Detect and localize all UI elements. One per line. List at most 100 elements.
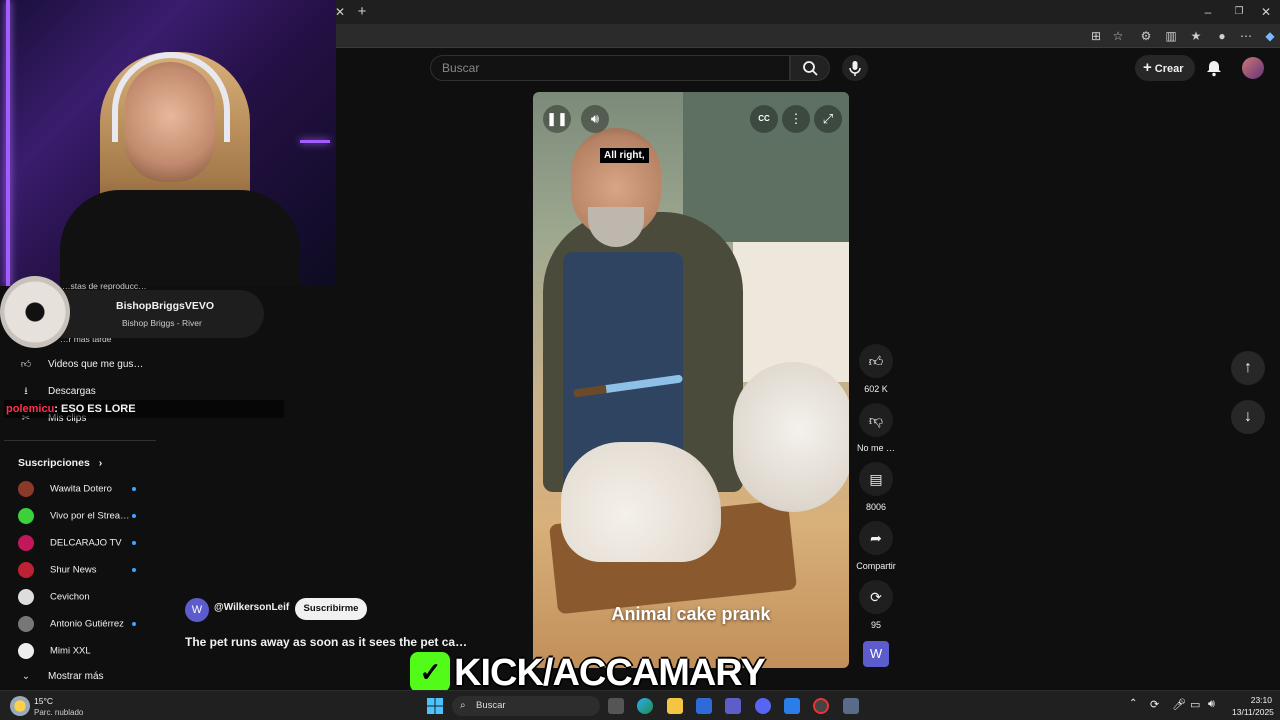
- subscribe-button[interactable]: Suscribirme: [295, 598, 367, 620]
- mic-tray-icon[interactable]: 🎤︎: [1172, 698, 1186, 711]
- comments-button[interactable]: ▤ 8006: [854, 462, 898, 512]
- browser-address-bar[interactable]: ⊞ ☆ ⚙ ▥ ★ ● ⋯ ◆: [336, 24, 1280, 48]
- notifications-button[interactable]: [1204, 58, 1224, 78]
- new-content-dot: [132, 514, 136, 518]
- windows-taskbar: 15°C Parc. nublado ⌕ Buscar ⌃ ⟳ 🎤︎ ▭ 🔊︎ …: [0, 690, 1280, 720]
- thumbs-up-icon: 👍︎: [20, 359, 32, 370]
- search-input[interactable]: Buscar: [430, 55, 790, 81]
- account-avatar[interactable]: [1242, 57, 1264, 79]
- tray-chevron-up-icon[interactable]: ⌃: [1129, 698, 1137, 709]
- start-button[interactable]: [427, 698, 443, 714]
- profile-icon[interactable]: ●: [1212, 24, 1232, 48]
- sidebar-item-downloads[interactable]: ⭳ Descargas: [18, 384, 96, 400]
- subscription-item[interactable]: Vivo por el Strea…: [18, 508, 136, 524]
- comment-icon: ▤: [859, 462, 893, 496]
- subscription-item[interactable]: Wawita Dotero: [18, 481, 136, 497]
- dislike-button[interactable]: 👎︎ No me …: [854, 403, 898, 453]
- more-vertical-icon: ⋮: [789, 111, 803, 126]
- split-screen-icon[interactable]: ▥: [1161, 24, 1181, 48]
- subscriptions-header[interactable]: Suscripciones ›: [18, 455, 102, 471]
- channel-avatar: [18, 508, 34, 524]
- kick-branding: ✓ KICK/ACCAMARY: [410, 652, 766, 694]
- more-button[interactable]: ⋮: [782, 105, 810, 133]
- weather-desc[interactable]: Parc. nublado: [34, 708, 83, 717]
- channel-avatar[interactable]: W: [185, 598, 209, 622]
- music-channel-name: BishopBriggsVEVO: [116, 300, 215, 312]
- store-icon[interactable]: [696, 698, 712, 714]
- subscription-item[interactable]: Shur News: [18, 562, 136, 578]
- more-options-icon[interactable]: ⋯: [1236, 24, 1256, 48]
- video-title[interactable]: The pet runs away as soon as it sees the…: [185, 635, 467, 649]
- subscription-name: Mimi XXL: [50, 645, 91, 657]
- network-icon[interactable]: ▭: [1190, 698, 1200, 711]
- window-close-icon[interactable]: ✕: [1256, 0, 1276, 24]
- channel-name[interactable]: @WilkersonLeif: [214, 602, 289, 613]
- arrow-up-icon: ↑: [1244, 359, 1252, 376]
- remix-button[interactable]: ⟳ 95: [854, 580, 898, 630]
- edge-browser-icon[interactable]: [637, 698, 653, 714]
- next-video-button[interactable]: ↓: [1231, 400, 1265, 434]
- like-button[interactable]: 👍︎ 602 K: [854, 344, 898, 394]
- previous-video-button[interactable]: ↑: [1231, 351, 1265, 385]
- fullscreen-icon: ⤢: [822, 111, 834, 126]
- extensions-icon[interactable]: ⚙: [1136, 24, 1156, 48]
- file-explorer-icon[interactable]: [667, 698, 683, 714]
- subscription-name: DELCARAJO TV: [50, 537, 122, 549]
- favorite-star-icon[interactable]: ☆: [1108, 24, 1128, 48]
- clock[interactable]: 23:10 13/11/2025: [1232, 695, 1274, 717]
- search-button[interactable]: [790, 55, 830, 81]
- channel-avatar: [18, 562, 34, 578]
- sync-icon[interactable]: ⟳: [1150, 698, 1159, 711]
- copilot-icon[interactable]: ◆: [1260, 24, 1280, 48]
- restore-icon[interactable]: ❐: [1229, 0, 1249, 24]
- app-available-icon[interactable]: ⊞: [1086, 24, 1106, 48]
- video-player[interactable]: ❚❚ 🔊︎ CC ⋮ ⤢ All right, Animal cake pran…: [533, 92, 849, 668]
- subscription-item[interactable]: Antonio Gutiérrez: [18, 616, 136, 632]
- like-count: 602 K: [864, 384, 888, 394]
- pause-button[interactable]: ❚❚: [543, 105, 571, 133]
- minimize-icon[interactable]: –: [1198, 0, 1218, 24]
- favorites-icon[interactable]: ★: [1186, 24, 1206, 48]
- new-content-dot: [132, 541, 136, 545]
- volume-button[interactable]: 🔊︎: [581, 105, 609, 133]
- chat-username: polemicu: [6, 403, 55, 415]
- weather-temp[interactable]: 15°C: [34, 696, 53, 706]
- app-icon[interactable]: [784, 698, 800, 714]
- new-tab-icon[interactable]: +: [352, 0, 372, 24]
- sidebar-item-liked-videos[interactable]: 👍︎ Videos que me gus…: [18, 357, 144, 373]
- plus-icon: +: [1143, 59, 1152, 76]
- bell-icon: [1207, 61, 1221, 77]
- create-label: Crear: [1154, 63, 1184, 75]
- search-icon: [803, 61, 818, 76]
- sidebar-item-label: Videos que me gus…: [48, 359, 144, 370]
- thumbs-down-icon: 👎︎: [859, 403, 893, 437]
- subscription-item[interactable]: Cevichon: [18, 589, 90, 605]
- taskbar-search[interactable]: ⌕ Buscar: [452, 696, 600, 716]
- captions-button[interactable]: CC: [750, 105, 778, 133]
- show-more-button[interactable]: ⌄ Mostrar más: [18, 669, 104, 685]
- teams-icon[interactable]: [725, 698, 741, 714]
- comment-count: 8006: [865, 502, 887, 512]
- dislike-label: No me …: [856, 443, 895, 453]
- subscription-name: Cevichon: [50, 591, 90, 603]
- channel-avatar: [18, 481, 34, 497]
- fullscreen-button[interactable]: ⤢: [814, 105, 842, 133]
- share-icon: ➦: [859, 521, 893, 555]
- voice-search-button[interactable]: [842, 55, 868, 81]
- settings-icon[interactable]: [843, 698, 859, 714]
- download-icon: ⭳: [24, 386, 28, 397]
- streamer-webcam: [0, 0, 336, 286]
- sidebar-item-label: Descargas: [48, 386, 96, 397]
- discord-icon[interactable]: [755, 698, 771, 714]
- share-button[interactable]: ➦ Compartir: [854, 521, 898, 571]
- speaker-icon[interactable]: 🔊︎: [1208, 698, 1215, 711]
- task-view-icon[interactable]: [608, 698, 624, 714]
- channel-thumbnail[interactable]: W: [863, 641, 889, 667]
- channel-avatar: [18, 589, 34, 605]
- obs-icon[interactable]: [813, 698, 829, 714]
- subscription-item[interactable]: DELCARAJO TV: [18, 535, 136, 551]
- subscription-name: Shur News: [50, 564, 97, 576]
- channel-avatar: [18, 643, 34, 659]
- create-button[interactable]: + Crear: [1135, 55, 1195, 81]
- subscription-item[interactable]: Mimi XXL: [18, 643, 91, 659]
